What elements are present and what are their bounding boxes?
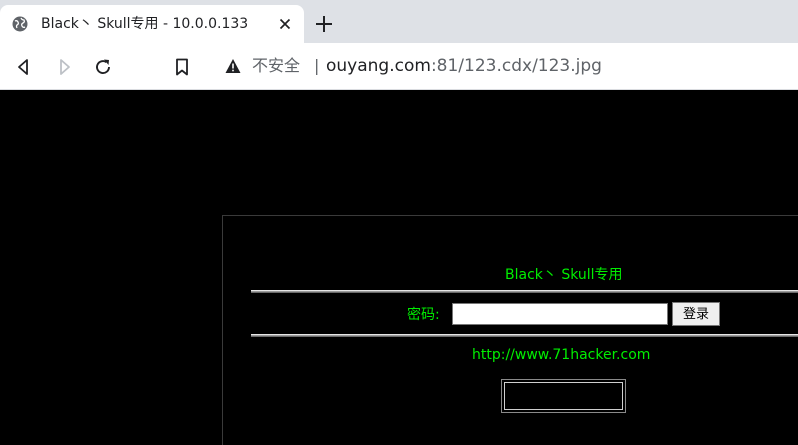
browser-tab[interactable]: Black丶 Skull专用 - 10.0.0.133 (0, 5, 304, 43)
reload-icon[interactable] (93, 57, 113, 77)
tab-strip: Black丶 Skull专用 - 10.0.0.133 (0, 0, 798, 43)
address-separator: | (314, 56, 320, 75)
not-secure-label[interactable]: 不安全 (252, 55, 300, 77)
url-text[interactable]: ouyang.com:81/123.cdx/123.jpg (326, 55, 602, 77)
page-title: Black丶 Skull专用 (505, 267, 623, 283)
browser-toolbar: 不安全 | ouyang.com:81/123.cdx/123.jpg (0, 43, 798, 90)
login-button[interactable]: 登录 (672, 302, 720, 326)
empty-frame-box (501, 379, 626, 413)
password-label: 密码: (407, 307, 440, 323)
warning-icon[interactable] (225, 58, 241, 74)
page-content (0, 90, 798, 445)
address-bar[interactable]: 不安全 | ouyang.com:81/123.cdx/123.jpg (210, 48, 798, 84)
back-arrow-icon[interactable] (14, 57, 34, 77)
tab-title: Black丶 Skull专用 - 10.0.0.133 (41, 16, 249, 32)
site-link[interactable]: http://www.71hacker.com (472, 347, 650, 363)
globe-icon (12, 16, 28, 32)
password-input[interactable] (452, 303, 668, 325)
new-tab-plus-icon[interactable] (315, 15, 333, 33)
bookmark-icon[interactable] (172, 57, 192, 77)
top-divider (251, 290, 798, 293)
forward-arrow-icon[interactable] (54, 57, 74, 77)
close-icon[interactable] (277, 16, 293, 32)
url-host: ouyang.com (326, 56, 431, 76)
url-path: :81/123.cdx/123.jpg (430, 56, 602, 76)
bottom-divider (251, 334, 798, 337)
